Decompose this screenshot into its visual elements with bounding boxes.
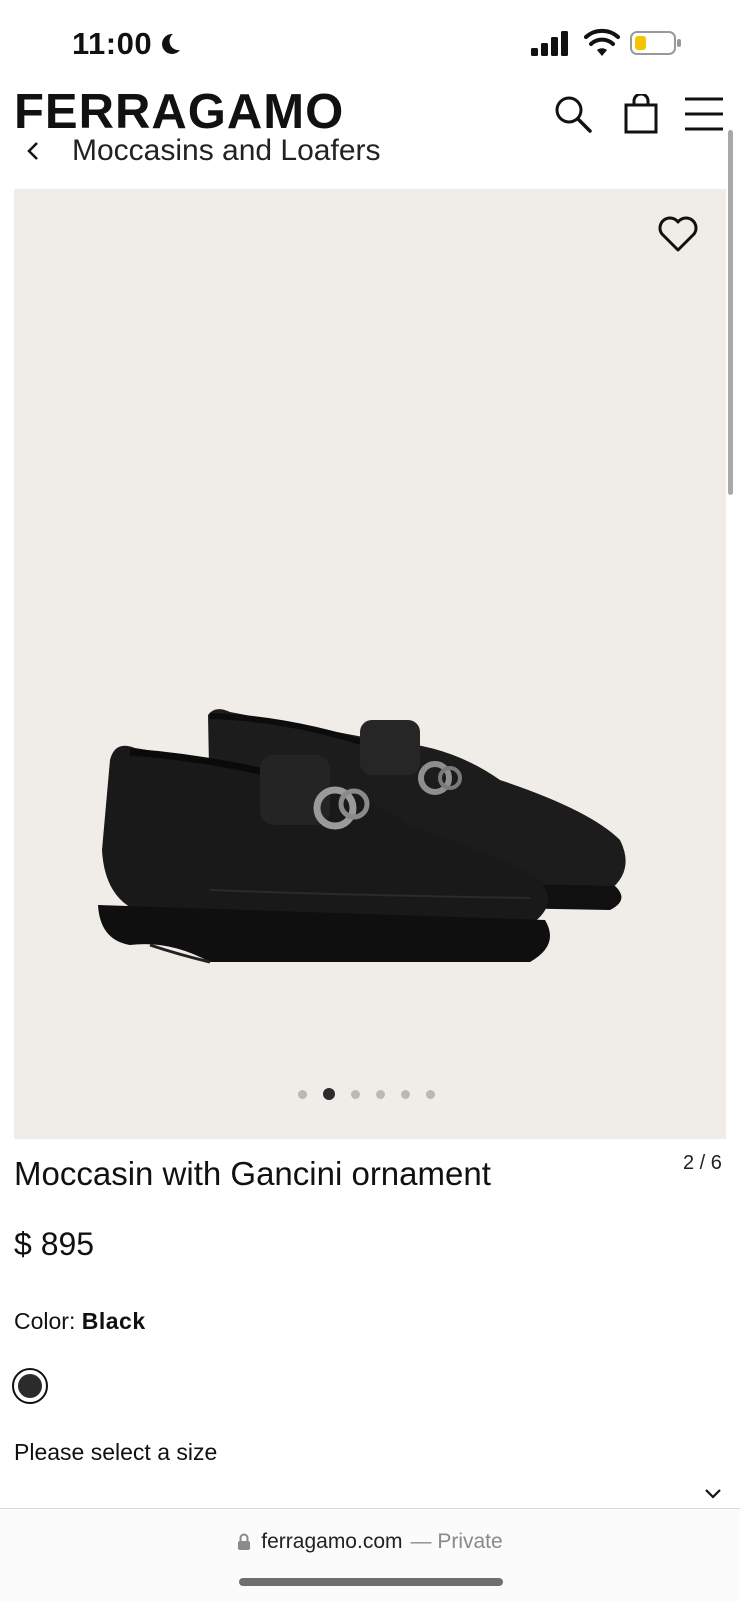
gallery-pagination[interactable] bbox=[298, 1088, 435, 1100]
gallery-dot[interactable] bbox=[298, 1089, 307, 1099]
moon-icon bbox=[162, 33, 180, 54]
product-price: $ 895 bbox=[14, 1226, 95, 1262]
color-label: Color: bbox=[14, 1308, 76, 1334]
browser-address[interactable]: ferragamo.com — Private bbox=[0, 1530, 740, 1554]
home-indicator[interactable] bbox=[239, 1578, 503, 1586]
gallery-dot[interactable] bbox=[351, 1089, 360, 1099]
gallery-dot[interactable] bbox=[376, 1089, 385, 1099]
color-value: Black bbox=[81, 1308, 146, 1334]
image-counter: 2 / 6 bbox=[683, 1152, 722, 1174]
chevron-left-icon bbox=[27, 142, 38, 160]
gallery-dot-active[interactable] bbox=[323, 1088, 335, 1100]
battery-icon bbox=[630, 31, 681, 55]
gallery-dot[interactable] bbox=[401, 1089, 410, 1099]
heart-icon[interactable] bbox=[658, 216, 698, 252]
browser-url-bar[interactable] bbox=[0, 1508, 740, 1601]
color-swatch-black[interactable] bbox=[12, 1368, 48, 1404]
lock-icon bbox=[238, 1533, 251, 1550]
shopping-bag-icon[interactable] bbox=[624, 94, 658, 134]
product-shoe-image bbox=[98, 709, 626, 964]
brand-logo[interactable]: FERRAGAMO bbox=[14, 84, 344, 140]
url-privacy-status: — Private bbox=[410, 1530, 503, 1553]
breadcrumb-label: Moccasins and Loafers bbox=[72, 136, 381, 166]
status-time: 11:00 bbox=[72, 26, 153, 61]
wifi-icon bbox=[584, 28, 620, 56]
hamburger-menu-icon[interactable] bbox=[683, 96, 725, 132]
page-scrollbar[interactable] bbox=[728, 130, 733, 495]
size-select-label[interactable]: Please select a size bbox=[14, 1439, 217, 1466]
color-label-row: Color: Black bbox=[14, 1308, 146, 1335]
cellular-signal-icon bbox=[531, 31, 568, 56]
url-domain: ferragamo.com bbox=[261, 1530, 403, 1553]
gallery-dot[interactable] bbox=[426, 1089, 435, 1099]
chevron-down-icon[interactable] bbox=[702, 1482, 724, 1504]
search-icon[interactable] bbox=[553, 94, 593, 134]
product-title: Moccasin with Gancini ornament bbox=[14, 1155, 491, 1192]
breadcrumb[interactable]: Moccasins and Loafers bbox=[22, 136, 381, 166]
swatch-fill bbox=[18, 1374, 42, 1398]
